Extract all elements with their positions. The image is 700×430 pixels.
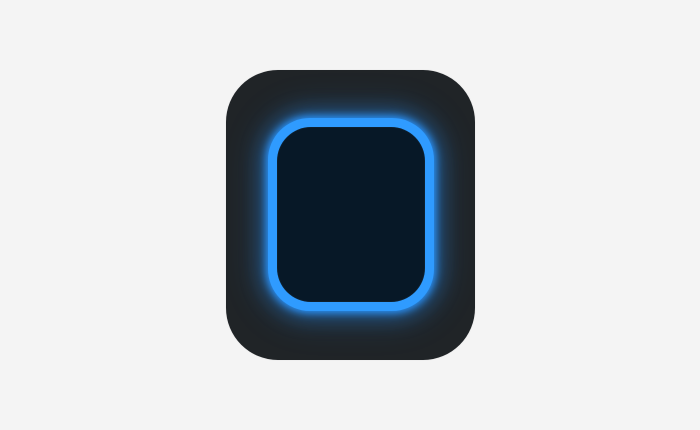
widget-screen-icon [277,127,425,302]
app-icon-canvas [0,0,700,430]
